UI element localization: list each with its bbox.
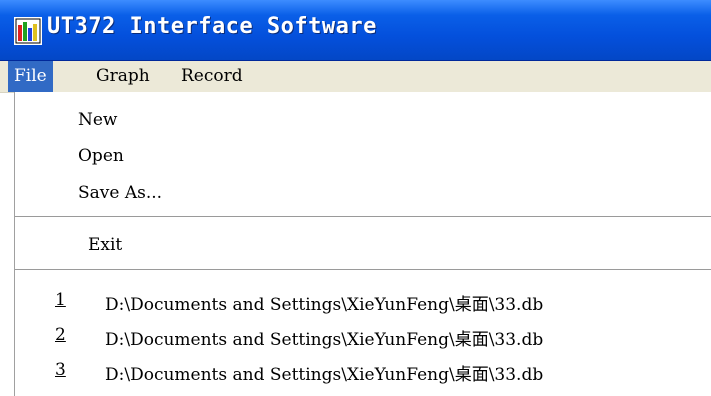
menu-item-exit[interactable]: Exit: [88, 235, 122, 255]
menu-item-save-as[interactable]: Save As...: [78, 183, 162, 203]
app-window: UT372 Interface Software File Graph Reco…: [0, 0, 711, 396]
app-bar-chart-icon: [14, 17, 42, 45]
menu-file[interactable]: File: [8, 61, 53, 92]
recent-file-path: D:\Documents and Settings\XieYunFeng\桌面\…: [105, 365, 544, 385]
menu-graph[interactable]: Graph: [90, 61, 156, 92]
recent-file-number: 2: [55, 325, 66, 345]
recent-file-number: 1: [55, 290, 66, 310]
recent-file-number: 3: [55, 360, 66, 380]
recent-file-path: D:\Documents and Settings\XieYunFeng\桌面\…: [105, 330, 544, 350]
window-title: UT372 Interface Software: [47, 14, 377, 39]
recent-file-path: D:\Documents and Settings\XieYunFeng\桌面\…: [105, 295, 544, 315]
menu-bar: File Graph Record: [0, 61, 711, 93]
menu-item-new[interactable]: New: [78, 110, 118, 130]
file-menu-dropdown: New Open Save As... Exit 1 D:\Documents …: [14, 92, 711, 396]
menu-item-open[interactable]: Open: [78, 146, 124, 166]
menu-record[interactable]: Record: [175, 61, 249, 92]
menu-separator: [15, 269, 711, 271]
title-bar[interactable]: UT372 Interface Software: [0, 0, 711, 61]
menu-separator: [15, 216, 711, 218]
